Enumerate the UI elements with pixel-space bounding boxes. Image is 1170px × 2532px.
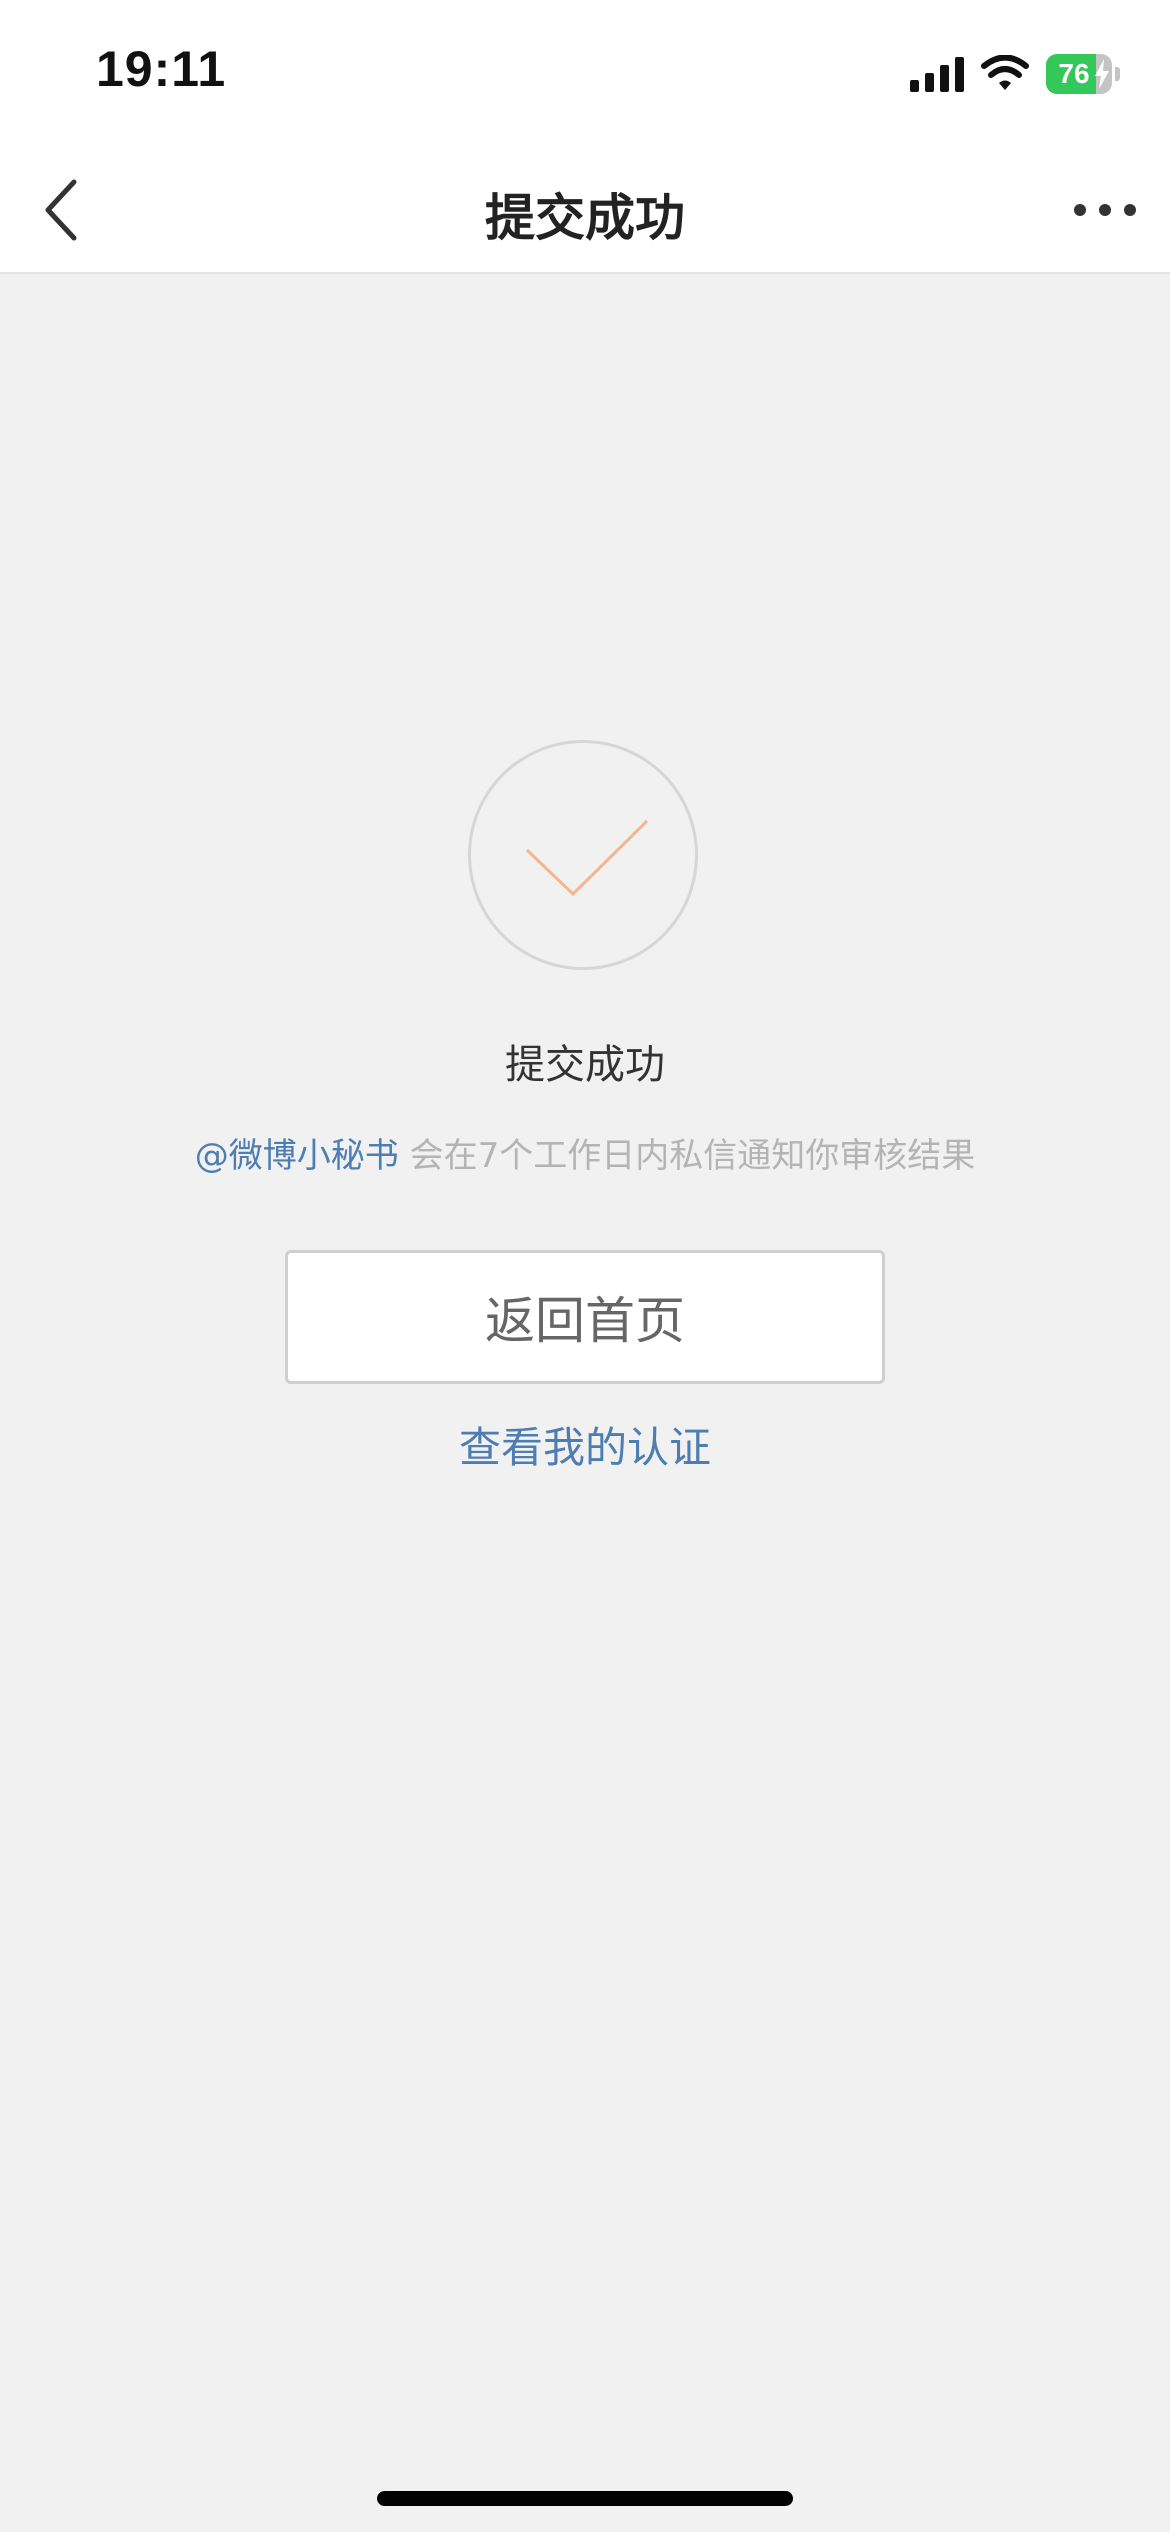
more-button[interactable] bbox=[1060, 180, 1150, 240]
cellular-signal-icon bbox=[910, 56, 964, 92]
battery-cap bbox=[1115, 67, 1120, 81]
nav-bar: 提交成功 bbox=[0, 150, 1170, 274]
battery-icon: 76 bbox=[1046, 54, 1120, 94]
review-notice: @微博小秘书 会在7个工作日内私信通知你审核结果 bbox=[0, 1128, 1170, 1177]
view-my-certification-link[interactable]: 查看我的认证 bbox=[0, 1414, 1170, 1475]
status-indicators: 76 bbox=[910, 52, 1120, 96]
success-title: 提交成功 bbox=[505, 1042, 665, 1088]
review-notice-text: 会在7个工作日内私信通知你审核结果 bbox=[398, 1136, 976, 1176]
more-dots-icon bbox=[1074, 204, 1086, 216]
status-bar: 19:11 76 bbox=[0, 0, 1170, 150]
charging-bolt-icon bbox=[1095, 59, 1109, 89]
success-circle bbox=[468, 740, 698, 970]
return-home-button[interactable]: 返回首页 bbox=[285, 1250, 885, 1384]
status-time: 19:11 bbox=[96, 41, 227, 97]
check-icon bbox=[525, 819, 649, 897]
home-indicator bbox=[377, 2491, 793, 2506]
weibo-assistant-mention[interactable]: @微博小秘书 bbox=[195, 1136, 399, 1176]
page-title: 提交成功 bbox=[485, 189, 685, 247]
wifi-icon bbox=[981, 55, 1029, 90]
